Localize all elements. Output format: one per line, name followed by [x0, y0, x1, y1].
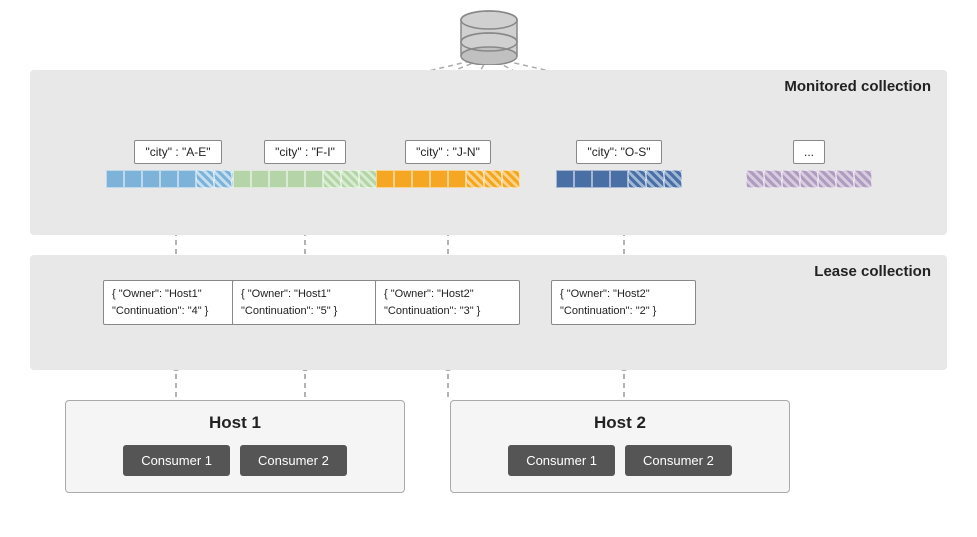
lease-3-line2: "Continuation": "3" } [384, 305, 480, 317]
partition-ae-label: "city" : "A-E" [134, 140, 221, 164]
block [628, 170, 646, 188]
block [664, 170, 682, 188]
block [502, 170, 520, 188]
partition-fi-blocks [233, 170, 377, 188]
lease-2-line2: "Continuation": "5" } [241, 305, 337, 317]
host-2-consumers: Consumer 1 Consumer 2 [467, 445, 773, 476]
block [233, 170, 251, 188]
block [305, 170, 323, 188]
partition-jn-label: "city" : "J-N" [405, 140, 491, 164]
block [448, 170, 466, 188]
partition-jn: "city" : "J-N" [376, 140, 520, 188]
block [359, 170, 377, 188]
host-1-title: Host 1 [82, 413, 388, 433]
block [592, 170, 610, 188]
partition-os-blocks [556, 170, 682, 188]
block [800, 170, 818, 188]
lease-3-line1: { "Owner": "Host2" [384, 288, 474, 300]
block [106, 170, 124, 188]
block [341, 170, 359, 188]
block [323, 170, 341, 188]
partition-extra-label: ... [793, 140, 825, 164]
block [269, 170, 287, 188]
lease-1-line2: "Continuation": "4" } [112, 305, 208, 317]
block [646, 170, 664, 188]
block [251, 170, 269, 188]
partition-jn-blocks [376, 170, 520, 188]
partition-os: "city": "O-S" [556, 140, 682, 188]
host-1-consumer-1[interactable]: Consumer 1 [123, 445, 230, 476]
block [574, 170, 592, 188]
host-2-consumer-2[interactable]: Consumer 2 [625, 445, 732, 476]
lease-box-1: { "Owner": "Host1" "Continuation": "4" } [103, 280, 248, 325]
block [214, 170, 232, 188]
lease-box-2: { "Owner": "Host1" "Continuation": "5" } [232, 280, 377, 325]
diagram-container: Monitored collection "city" : "A-E" "cit… [0, 0, 977, 537]
lease-2-line1: { "Owner": "Host1" [241, 288, 331, 300]
block [160, 170, 178, 188]
host-1-box: Host 1 Consumer 1 Consumer 2 [55, 400, 415, 493]
lease-4-line2: "Continuation": "2" } [560, 305, 656, 317]
block [854, 170, 872, 188]
block [376, 170, 394, 188]
lease-box-4: { "Owner": "Host2" "Continuation": "2" } [551, 280, 696, 325]
host-2-title: Host 2 [467, 413, 773, 433]
partition-fi: "city" : "F-I" [233, 140, 377, 188]
host-2-box: Host 2 Consumer 1 Consumer 2 [440, 400, 800, 493]
block [412, 170, 430, 188]
lease-4-line1: { "Owner": "Host2" [560, 288, 650, 300]
block [430, 170, 448, 188]
block [818, 170, 836, 188]
block [466, 170, 484, 188]
partition-extra-blocks [746, 170, 872, 188]
partition-extra: ... [746, 140, 872, 188]
block [196, 170, 214, 188]
block [142, 170, 160, 188]
block [610, 170, 628, 188]
monitored-collection-label: Monitored collection [784, 78, 931, 95]
database-icon [459, 10, 519, 65]
lease-box-3: { "Owner": "Host2" "Continuation": "3" } [375, 280, 520, 325]
block [764, 170, 782, 188]
block [746, 170, 764, 188]
lease-1-line1: { "Owner": "Host1" [112, 288, 202, 300]
block [836, 170, 854, 188]
block [287, 170, 305, 188]
block [124, 170, 142, 188]
block [484, 170, 502, 188]
block [178, 170, 196, 188]
block [394, 170, 412, 188]
block [556, 170, 574, 188]
host-1-consumers: Consumer 1 Consumer 2 [82, 445, 388, 476]
host-1-consumer-2[interactable]: Consumer 2 [240, 445, 347, 476]
block [782, 170, 800, 188]
partition-os-label: "city": "O-S" [576, 140, 661, 164]
partition-ae: "city" : "A-E" [106, 140, 250, 188]
partition-ae-blocks [106, 170, 250, 188]
host-2-consumer-1[interactable]: Consumer 1 [508, 445, 615, 476]
lease-collection-label: Lease collection [814, 263, 931, 280]
partition-fi-label: "city" : "F-I" [264, 140, 346, 164]
